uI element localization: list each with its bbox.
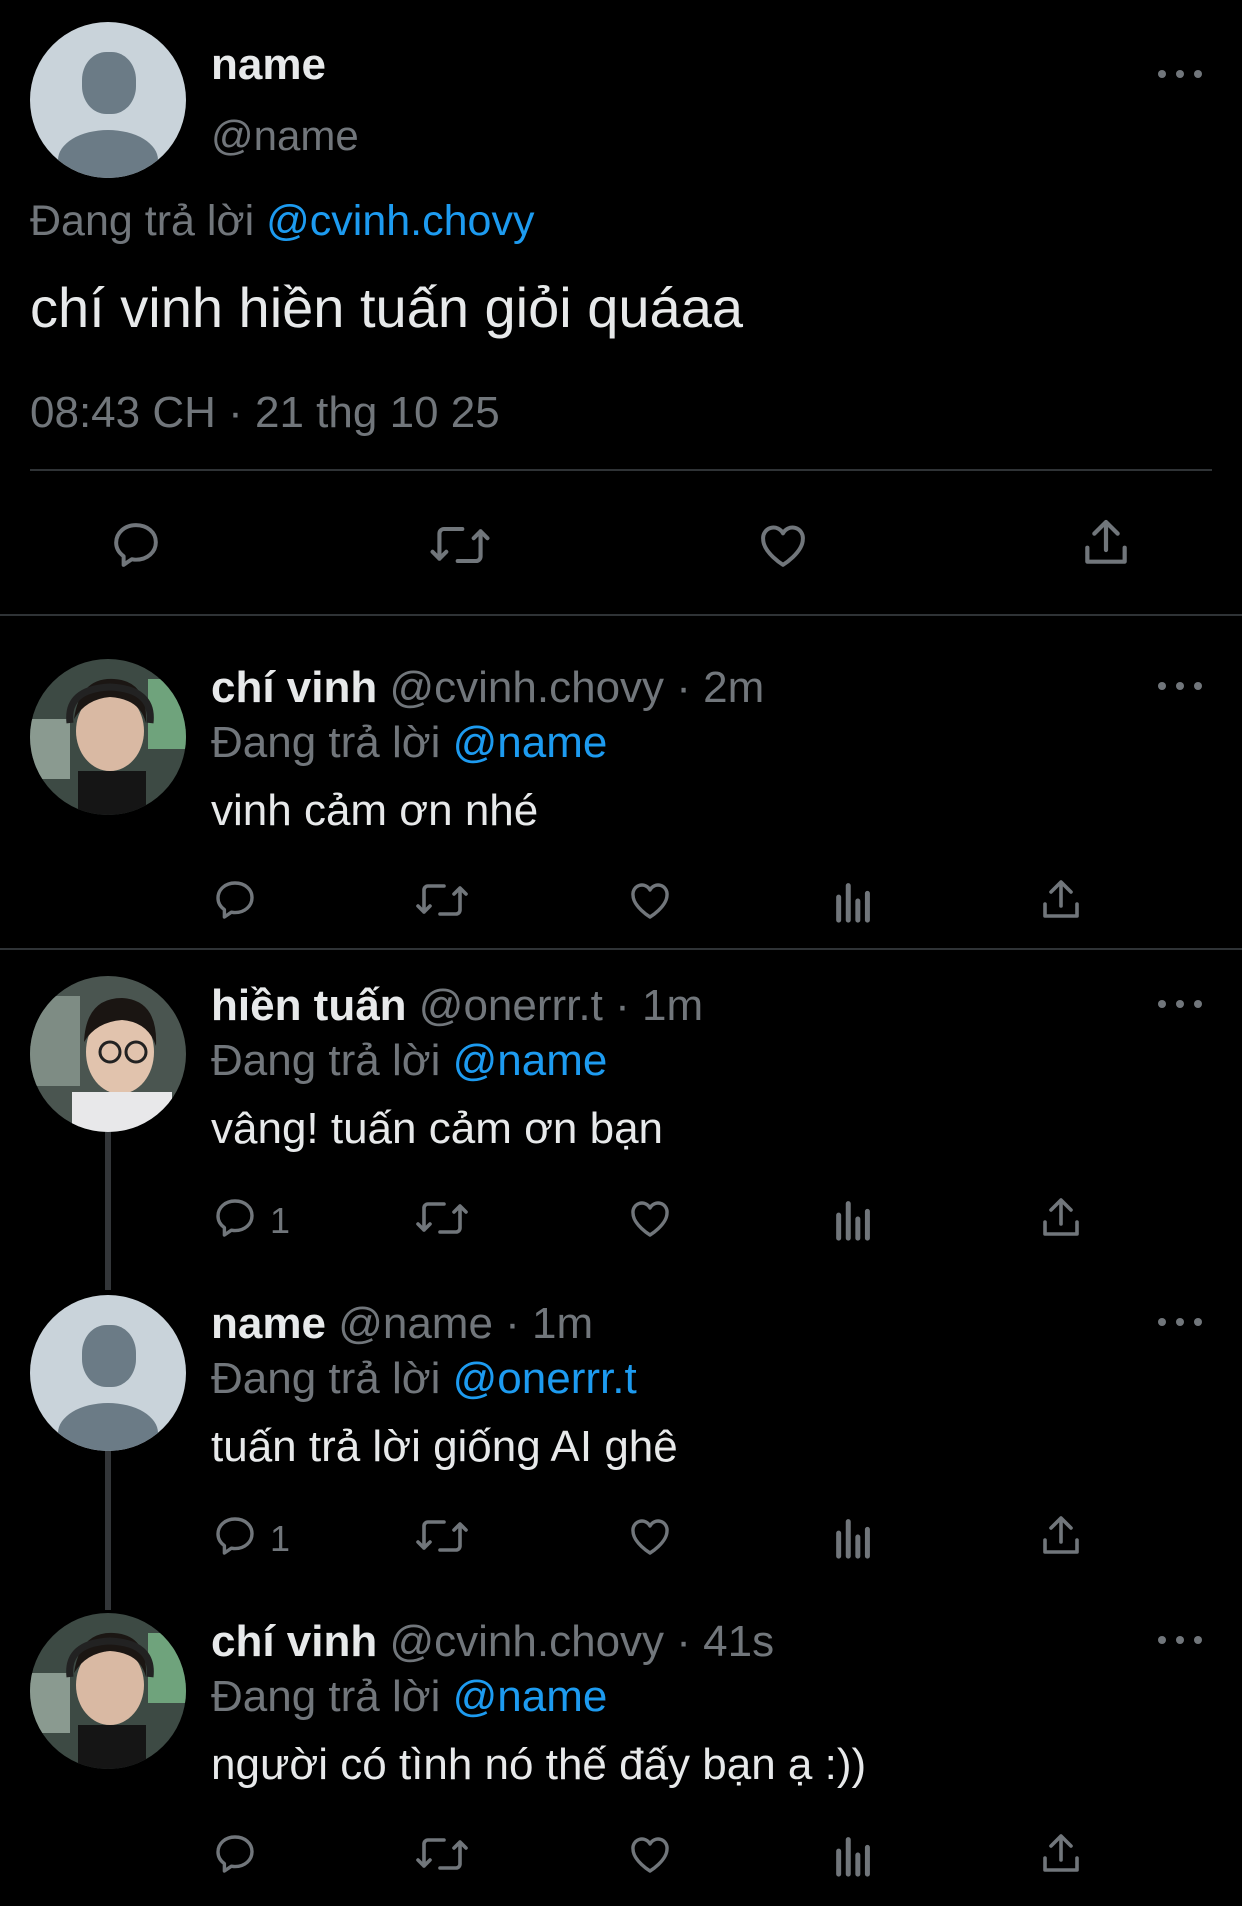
section-divider [0, 614, 1242, 616]
more-icon[interactable] [1158, 64, 1202, 84]
handle[interactable]: @onerrr.t [419, 981, 603, 1030]
age[interactable]: 1m [532, 1299, 593, 1348]
date[interactable]: 21 thg 10 25 [255, 388, 500, 437]
separator: · [228, 388, 243, 437]
separator: · [615, 981, 630, 1030]
reply-context: Đang trả lời @onerrr.t [211, 1354, 637, 1404]
reply-to-link[interactable]: @name [453, 718, 608, 767]
reply-icon[interactable] [108, 517, 164, 573]
reply-prefix: Đang trả lời [211, 1672, 441, 1721]
age[interactable]: 1m [642, 981, 703, 1030]
avatar[interactable] [30, 22, 186, 178]
tweet-header: chí vinh @cvinh.chovy · 41s [211, 1617, 774, 1667]
separator: · [505, 1299, 520, 1348]
reply-context: Đang trả lời @cvinh.chovy [30, 197, 534, 246]
tweet-text: chí vinh hiền tuấn giỏi quáaa [30, 276, 743, 339]
reply-icon[interactable] [211, 876, 259, 924]
avatar[interactable] [30, 1295, 186, 1451]
reply-context: Đang trả lời @name [211, 718, 607, 768]
tweet-header: chí vinh @cvinh.chovy · 2m [211, 663, 764, 713]
more-icon[interactable] [1158, 1630, 1202, 1650]
more-icon[interactable] [1158, 676, 1202, 696]
reply-count: 1 [270, 1518, 291, 1559]
views-icon[interactable] [832, 878, 876, 924]
display-name[interactable]: name [211, 40, 326, 90]
section-divider [0, 948, 1242, 950]
retweet-icon[interactable] [414, 876, 470, 924]
share-icon[interactable] [1037, 1512, 1085, 1560]
retweet-icon[interactable] [428, 517, 492, 573]
retweet-icon[interactable] [414, 1830, 470, 1878]
retweet-icon[interactable] [414, 1512, 470, 1560]
tweet-text: vâng! tuấn cảm ơn bạn [211, 1104, 664, 1153]
display-name[interactable]: chí vinh [211, 1617, 377, 1666]
like-icon[interactable] [625, 876, 675, 924]
reply-prefix: Đang trả lời [211, 718, 441, 767]
share-icon[interactable] [1078, 514, 1134, 572]
age[interactable]: 2m [703, 663, 764, 712]
display-name[interactable]: name [211, 1299, 326, 1348]
reply-prefix: Đang trả lời [211, 1354, 441, 1403]
reply-icon[interactable] [211, 1194, 259, 1242]
like-icon[interactable] [625, 1194, 675, 1242]
reply-prefix: Đang trả lời [30, 197, 255, 245]
handle[interactable]: @name [211, 112, 359, 160]
reply-to-link[interactable]: @name [453, 1036, 608, 1085]
reply-count: 1 [270, 1200, 291, 1241]
tweet-text: người có tình nó thế đấy bạn ạ :)) [211, 1740, 867, 1789]
like-icon[interactable] [754, 517, 812, 573]
like-icon[interactable] [625, 1512, 675, 1560]
display-name[interactable]: hiền tuấn [211, 981, 407, 1030]
avatar[interactable] [30, 976, 186, 1132]
reply-to-link[interactable]: @onerrr.t [453, 1354, 637, 1403]
avatar[interactable] [30, 1613, 186, 1769]
time[interactable]: 08:43 CH [30, 388, 216, 437]
handle[interactable]: @name [338, 1299, 493, 1348]
timestamp: 08:43 CH · 21 thg 10 25 [30, 388, 500, 438]
share-icon[interactable] [1037, 876, 1085, 924]
views-icon[interactable] [832, 1196, 876, 1242]
handle[interactable]: @cvinh.chovy [389, 1617, 664, 1666]
thread-line [105, 1130, 111, 1290]
reply-to-link[interactable]: @cvinh.chovy [266, 197, 534, 245]
share-icon[interactable] [1037, 1830, 1085, 1878]
reply-prefix: Đang trả lời [211, 1036, 441, 1085]
tweet-header: name @name · 1m [211, 1299, 593, 1349]
like-icon[interactable] [625, 1830, 675, 1878]
divider [30, 469, 1212, 471]
reply-to-link[interactable]: @name [453, 1672, 608, 1721]
more-icon[interactable] [1158, 994, 1202, 1014]
reply-context: Đang trả lời @name [211, 1036, 607, 1086]
separator: · [676, 663, 691, 712]
share-icon[interactable] [1037, 1194, 1085, 1242]
reply-icon[interactable] [211, 1512, 259, 1560]
tweet-text: vinh cảm ơn nhé [211, 786, 539, 835]
more-icon[interactable] [1158, 1312, 1202, 1332]
reply-icon[interactable] [211, 1830, 259, 1878]
retweet-icon[interactable] [414, 1194, 470, 1242]
views-icon[interactable] [832, 1832, 876, 1878]
separator: · [676, 1617, 691, 1666]
display-name[interactable]: chí vinh [211, 663, 377, 712]
thread-line [105, 1450, 111, 1610]
avatar[interactable] [30, 659, 186, 815]
views-icon[interactable] [832, 1514, 876, 1560]
reply-context: Đang trả lời @name [211, 1672, 607, 1722]
tweet-text: tuấn trả lời giống AI ghê [211, 1422, 678, 1471]
tweet-header: hiền tuấn @onerrr.t · 1m [211, 981, 703, 1031]
age[interactable]: 41s [703, 1617, 774, 1666]
handle[interactable]: @cvinh.chovy [389, 663, 664, 712]
